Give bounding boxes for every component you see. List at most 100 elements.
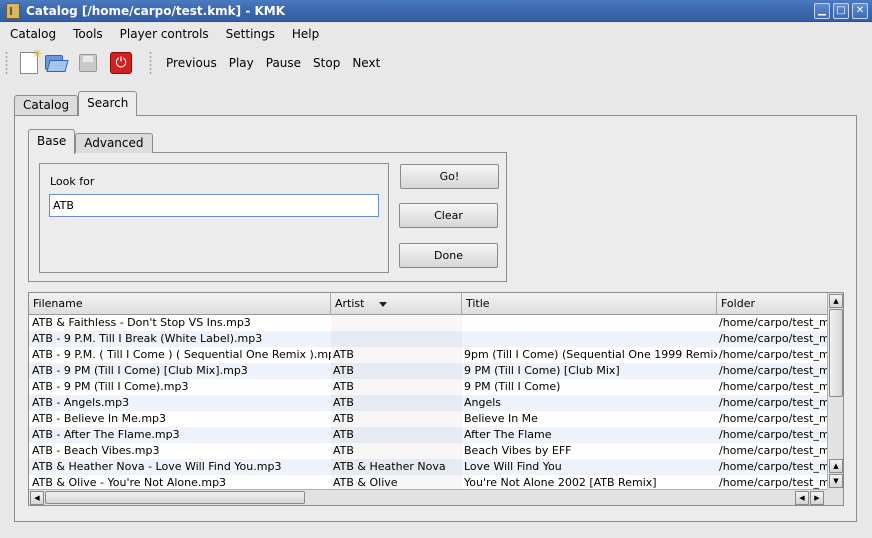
open-folder-icon[interactable] [44, 53, 69, 73]
table-row[interactable]: ATB - Believe In Me.mp3 ATB Believe In Me /… [29, 411, 829, 427]
table-header: Filename Artist Title Folder [29, 293, 829, 315]
menu-tools[interactable]: Tools [66, 27, 110, 41]
toolbar-grip[interactable] [5, 51, 8, 75]
cell-artist [331, 331, 462, 347]
minimize-button[interactable]: ▁ [814, 2, 830, 19]
tab-advanced[interactable]: Advanced [75, 133, 153, 153]
scroll-left-arrow-icon[interactable]: ◀ [30, 491, 44, 505]
cell-title: Love Will Find You [464, 460, 562, 473]
cell-folder: /home/carpo/test_m [719, 348, 829, 361]
toolbar: ⏻ Previous Play Pause Stop Next [0, 46, 872, 80]
table-body: ATB & Faithless - Don't Stop VS Ins.mp3 /… [29, 315, 829, 491]
table-row[interactable]: ATB - After The Flame.mp3 ATB After The Fl… [29, 427, 829, 443]
table-row[interactable]: ATB - 9 PM (Till I Come) [Club Mix].mp3 A… [29, 363, 829, 379]
scroll-right-arrow-icon[interactable]: ▶ [810, 491, 824, 505]
tab-base[interactable]: Base [28, 129, 76, 154]
cell-artist: ATB [331, 395, 462, 411]
cell-artist: ATB & Heather Nova [331, 459, 462, 475]
look-for-label: Look for [50, 175, 95, 188]
cell-filename: ATB & Heather Nova - Love Will Find You.… [32, 460, 282, 473]
cell-title: Believe In Me [464, 412, 538, 425]
scroll-left-arrow-icon-right[interactable]: ◀ [795, 491, 809, 505]
cell-artist [331, 315, 462, 331]
table-row[interactable]: ATB & Faithless - Don't Stop VS Ins.mp3 /… [29, 315, 829, 331]
play-button[interactable]: Play [223, 56, 260, 70]
save-icon[interactable] [79, 54, 97, 72]
table-row[interactable]: ATB - 9 P.M. Till I Break (White Label).… [29, 331, 829, 347]
cell-artist: ATB [331, 379, 462, 395]
vertical-scrollbar[interactable]: ▲ ▲ ▼ [827, 293, 843, 489]
cell-filename: ATB - 9 P.M. Till I Break (White Label).… [32, 332, 263, 345]
cell-folder: /home/carpo/test_m [719, 364, 829, 377]
window-titlebar[interactable]: Catalog [/home/carpo/test.kmk] - KMK ▁ □… [0, 0, 872, 22]
maximize-button[interactable]: □ [833, 2, 849, 19]
menu-catalog[interactable]: Catalog [3, 27, 63, 41]
close-button[interactable]: ✕ [852, 2, 868, 19]
cell-folder: /home/carpo/test_m [719, 380, 829, 393]
cell-title: 9 PM (Till I Come) [Club Mix] [464, 364, 620, 377]
stop-button[interactable]: Stop [307, 56, 346, 70]
cell-folder: /home/carpo/test_m [719, 412, 829, 425]
toolbar-grip-2[interactable] [149, 51, 152, 75]
column-header-filename[interactable]: Filename [29, 293, 331, 315]
column-header-artist[interactable]: Artist [331, 293, 462, 315]
scroll-up-arrow-icon[interactable]: ▲ [829, 294, 843, 308]
table-row[interactable]: ATB - 9 PM (Till I Come).mp3 ATB 9 PM (Til… [29, 379, 829, 395]
previous-button[interactable]: Previous [160, 56, 223, 70]
cell-folder: /home/carpo/test_m [719, 460, 829, 473]
search-input[interactable]: ATB [49, 194, 379, 217]
cell-folder: /home/carpo/test_m [719, 396, 829, 409]
scroll-down-arrow-icon[interactable]: ▼ [829, 474, 843, 488]
inner-tab-bar: Base Advanced [28, 129, 153, 154]
cell-artist: ATB [331, 363, 462, 379]
cell-filename: ATB - Angels.mp3 [32, 396, 130, 409]
cell-filename: ATB & Faithless - Don't Stop VS Ins.mp3 [32, 316, 251, 329]
cell-filename: ATB - 9 PM (Till I Come).mp3 [32, 380, 189, 393]
menu-player-controls[interactable]: Player controls [113, 27, 216, 41]
cell-artist: ATB [331, 411, 462, 427]
app-icon [6, 2, 20, 19]
table-row[interactable]: ATB - Angels.mp3 ATB Angels/home/carpo/tes… [29, 395, 829, 411]
scrollbar-corner [827, 489, 843, 505]
table-row[interactable]: ATB & Heather Nova - Love Will Find You.… [29, 459, 829, 475]
done-button[interactable]: Done [399, 243, 498, 268]
go-button[interactable]: Go! [400, 164, 499, 189]
outer-tab-bar: Catalog Search [14, 90, 138, 116]
table-row[interactable]: ATB - 9 P.M. ( Till I Come ) ( Sequentia… [29, 347, 829, 363]
menu-help[interactable]: Help [285, 27, 326, 41]
quit-icon[interactable]: ⏻ [110, 52, 132, 74]
pause-button[interactable]: Pause [260, 56, 307, 70]
menubar: Catalog Tools Player controls Settings H… [0, 22, 872, 46]
cell-artist: ATB [331, 443, 462, 459]
next-button[interactable]: Next [346, 56, 386, 70]
tab-search[interactable]: Search [78, 91, 138, 116]
column-header-title[interactable]: Title [462, 293, 717, 315]
cell-folder: /home/carpo/test_m [719, 332, 829, 345]
cell-filename: ATB - Believe In Me.mp3 [32, 412, 167, 425]
menu-settings[interactable]: Settings [219, 27, 282, 41]
horizontal-scroll-thumb[interactable] [45, 491, 305, 504]
results-table: Filename Artist Title Folder ATB & Faith… [28, 292, 844, 506]
cell-folder: /home/carpo/test_m [719, 444, 829, 457]
cell-filename: ATB - After The Flame.mp3 [32, 428, 180, 441]
scroll-up-arrow-icon-lower[interactable]: ▲ [829, 459, 843, 473]
cell-title: 9 PM (Till I Come) [464, 380, 561, 393]
table-row[interactable]: ATB - Beach Vibes.mp3 ATB Beach Vibes by E… [29, 443, 829, 459]
cell-title: Angels [464, 396, 502, 409]
cell-title [462, 315, 717, 331]
cell-folder: /home/carpo/test_m [719, 428, 829, 441]
new-document-icon[interactable] [20, 47, 42, 74]
cell-filename: ATB - Beach Vibes.mp3 [32, 444, 160, 457]
cell-title: After The Flame [464, 428, 552, 441]
column-header-artist-label: Artist [335, 297, 365, 310]
cell-artist: ATB [331, 427, 462, 443]
sort-descending-icon [379, 302, 387, 307]
vertical-scroll-thumb[interactable] [829, 309, 843, 397]
cell-folder: /home/carpo/test_m [719, 316, 829, 329]
cell-filename: ATB - 9 P.M. ( Till I Come ) ( Sequentia… [32, 348, 331, 361]
column-header-folder[interactable]: Folder [717, 293, 829, 315]
cell-title: Beach Vibes by EFF [464, 444, 572, 457]
horizontal-scrollbar[interactable]: ◀ ◀ ▶ [29, 489, 829, 505]
clear-button[interactable]: Clear [399, 203, 498, 228]
tab-catalog[interactable]: Catalog [14, 95, 79, 115]
